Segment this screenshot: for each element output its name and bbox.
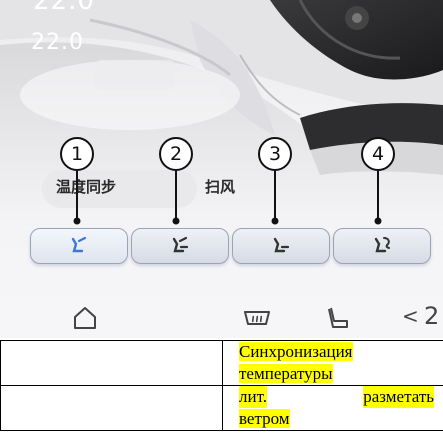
callout-4: 4 <box>361 137 395 227</box>
partial-temp-value: 2 <box>424 302 440 330</box>
seat-airflow-upper-icon <box>71 236 87 253</box>
sweep-wind-label[interactable]: 扫风 <box>205 176 235 197</box>
callout-3: 3 <box>258 137 292 227</box>
home-icon[interactable] <box>72 306 98 330</box>
callout-2-number: 2 <box>159 137 193 171</box>
callout-4-number: 4 <box>361 137 395 171</box>
table-row: лит. разметать ветром <box>0 385 443 431</box>
sweep-translation-word-2: разметать <box>363 386 434 408</box>
table-cell-right: лит. разметать ветром <box>222 385 443 431</box>
sweep-translation-word-1: лит. <box>239 386 267 408</box>
rear-defrost-icon[interactable] <box>242 308 272 330</box>
airflow-mode-button-1[interactable] <box>30 228 128 264</box>
seat-icon[interactable] <box>325 305 351 331</box>
table-cell-right: Синхронизация температуры <box>222 340 443 386</box>
description-table: Синхронизация температуры лит. разметать… <box>0 340 443 431</box>
airflow-mode-button-3[interactable] <box>232 228 330 264</box>
temperature-display: 22.0 <box>31 30 84 55</box>
temperature-top: 22.0 <box>33 0 95 16</box>
bottom-nav: < 2 <box>0 296 443 338</box>
seat-airflow-upper-lower-icon <box>172 236 189 253</box>
airflow-mode-group <box>30 228 431 264</box>
airflow-mode-button-4[interactable] <box>333 228 431 264</box>
airflow-mode-button-2[interactable] <box>131 228 229 264</box>
callout-1: 1 <box>60 137 94 227</box>
seat-airflow-lower-icon <box>273 237 290 253</box>
callout-3-number: 3 <box>258 137 292 171</box>
table-row: Синхронизация температуры <box>0 340 443 386</box>
callout-1-number: 1 <box>60 137 94 171</box>
climate-screen: 22.0 22.0 温度同步 扫风 1 2 3 4 < 2 <box>0 0 443 338</box>
sweep-translation-word-3: ветром <box>239 409 290 428</box>
temp-sync-translation: Синхронизация температуры <box>239 342 353 383</box>
callout-2: 2 <box>159 137 193 227</box>
table-cell-left <box>0 385 223 431</box>
table-cell-left <box>0 340 223 386</box>
prev-arrow[interactable]: < <box>402 304 419 328</box>
seat-airflow-defrost-icon <box>374 237 390 253</box>
